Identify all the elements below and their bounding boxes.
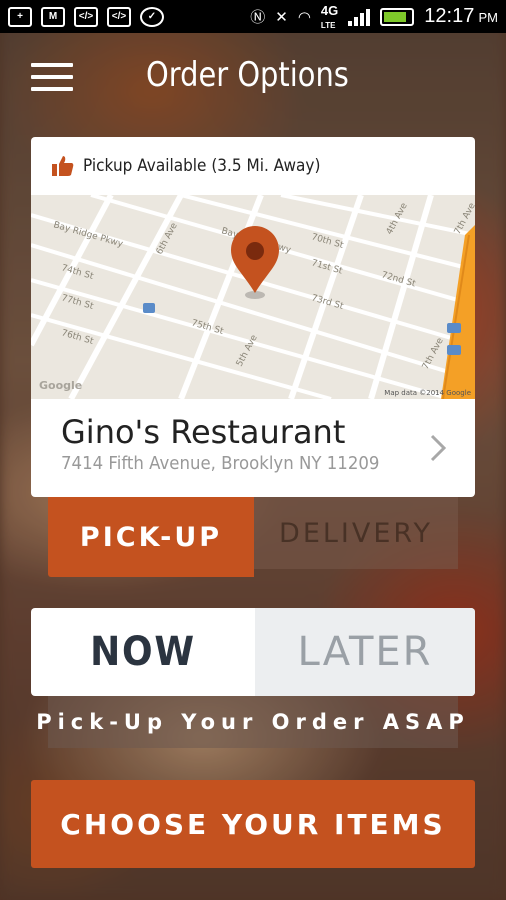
battery-icon [380, 7, 415, 26]
delivery-option[interactable]: DELIVERY [254, 497, 458, 569]
thumbs-up-icon [52, 156, 74, 176]
later-option[interactable]: LATER [255, 608, 475, 696]
timing-note: Pick-Up Your Order ASAP [36, 696, 464, 748]
map-attribution: Map data ©2014 Google [384, 389, 471, 397]
code-icon: </> [74, 6, 98, 27]
app-header: Order Options [0, 33, 506, 121]
pickup-option[interactable]: PICK-UP [48, 497, 254, 577]
wifi-icon: ◠ [297, 8, 311, 26]
chat-icon: ✓ [140, 6, 164, 27]
restaurant-address: 7414 Fifth Avenue, Brooklyn NY 11209 [61, 453, 380, 474]
choose-items-button[interactable]: CHOOSE YOUR ITEMS [31, 780, 475, 868]
code-icon: </> [107, 6, 131, 27]
page-title: Order Options [146, 55, 349, 95]
gmail-icon: M [41, 6, 65, 27]
restaurant-info[interactable]: Gino's Restaurant 7414 Fifth Avenue, Bro… [31, 399, 475, 497]
restaurant-card: Pickup Available (3.5 Mi. Away) Bay Ridg… [31, 137, 475, 497]
nfc-icon: Ⓝ [250, 9, 266, 26]
restaurant-name: Gino's Restaurant [61, 413, 346, 451]
availability-text: Pickup Available (3.5 Mi. Away) [83, 156, 321, 176]
chevron-right-icon[interactable] [429, 433, 447, 463]
google-logo: Google [39, 379, 82, 392]
now-option[interactable]: NOW [42, 608, 244, 696]
availability-row: Pickup Available (3.5 Mi. Away) [31, 137, 475, 195]
timing-selector: NOW LATER [31, 608, 475, 696]
signal-icon [348, 8, 371, 26]
network-type: 4G LTE [320, 2, 339, 30]
map-view[interactable]: Bay Ridge Pkwy Bay Ridge Pkwy 70th St 71… [31, 195, 475, 399]
plus-icon: + [8, 6, 32, 27]
hamburger-menu-icon[interactable] [31, 63, 73, 93]
status-bar: + M </> </> ✓ Ⓝ ✕ ◠ 4G LTE 12:17 PM [0, 0, 506, 33]
mute-icon: ✕ [275, 8, 288, 26]
clock: 12:17 PM [424, 5, 498, 27]
